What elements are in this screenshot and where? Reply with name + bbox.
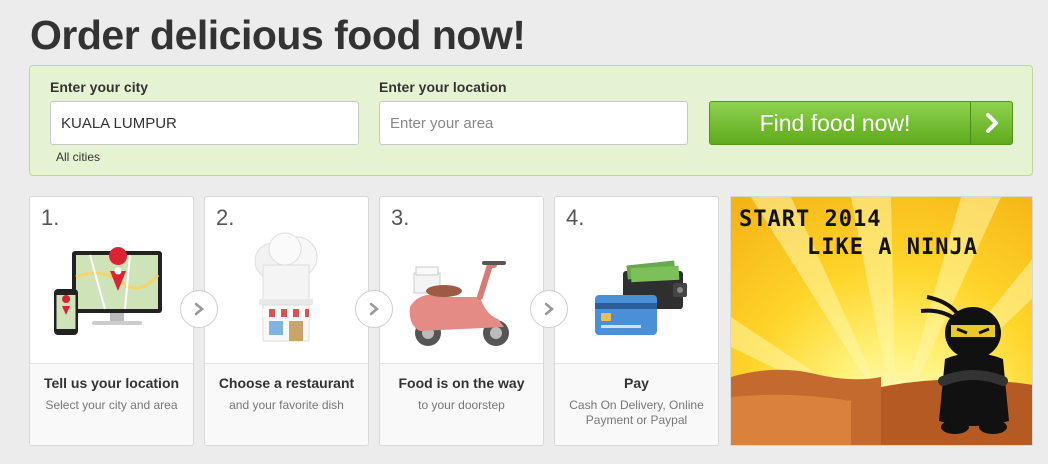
promo-line-2: LIKE A NINJA: [807, 235, 978, 260]
chevron-right-icon: [369, 302, 379, 316]
step-card-restaurant: 2. Choose a restaurant and your favorite…: [204, 196, 369, 446]
chevron-right-icon: [970, 102, 1012, 144]
next-step-arrow: [180, 290, 218, 328]
step-card-pay: 4. Pay Cash On Delivery, Online Payment …: [554, 196, 719, 446]
chevron-right-icon: [544, 302, 554, 316]
step-card-delivery: 3. Food is on the way to your doorstep: [379, 196, 544, 446]
next-step-arrow: [355, 290, 393, 328]
wallet-card-icon: [555, 227, 718, 363]
find-food-label: Find food now!: [759, 109, 911, 136]
find-food-button[interactable]: Find food now!: [709, 101, 1013, 145]
promo-line-1: START 2014: [739, 207, 882, 232]
step-subtitle: Select your city and area: [45, 398, 178, 412]
search-panel: Enter your city All cities Enter your lo…: [29, 65, 1033, 176]
location-label: Enter your location: [379, 79, 507, 95]
step-footer: Tell us your location Select your city a…: [30, 363, 193, 445]
location-input[interactable]: [379, 101, 688, 145]
city-input[interactable]: [50, 101, 359, 145]
step-subtitle: to your doorstep: [418, 398, 505, 412]
step-subtitle: and your favorite dish: [229, 398, 344, 412]
page-title: Order delicious food now!: [30, 12, 526, 58]
step-title: Choose a restaurant: [218, 375, 355, 391]
step-footer: Choose a restaurant and your favorite di…: [205, 363, 368, 445]
ninja-promo-banner[interactable]: START 2014 LIKE A NINJA: [730, 196, 1033, 446]
chef-hat-icon: [205, 227, 368, 363]
scooter-icon: [380, 227, 543, 363]
step-card-location: 1. Tell us your location Select your cit…: [29, 196, 194, 446]
ninja-icon: [920, 295, 1009, 434]
next-step-arrow: [530, 290, 568, 328]
step-title: Food is on the way: [398, 375, 525, 391]
step-footer: Pay Cash On Delivery, Online Payment or …: [555, 363, 718, 445]
city-label: Enter your city: [50, 79, 149, 95]
step-title: Tell us your location: [43, 375, 180, 391]
all-cities-link[interactable]: All cities: [56, 150, 100, 164]
step-subtitle: Cash On Delivery, Online Payment or Payp…: [569, 398, 704, 427]
chevron-right-icon: [194, 302, 204, 316]
step-footer: Food is on the way to your doorstep: [380, 363, 543, 445]
step-title: Pay: [624, 375, 649, 391]
map-devices-icon: [30, 227, 193, 363]
